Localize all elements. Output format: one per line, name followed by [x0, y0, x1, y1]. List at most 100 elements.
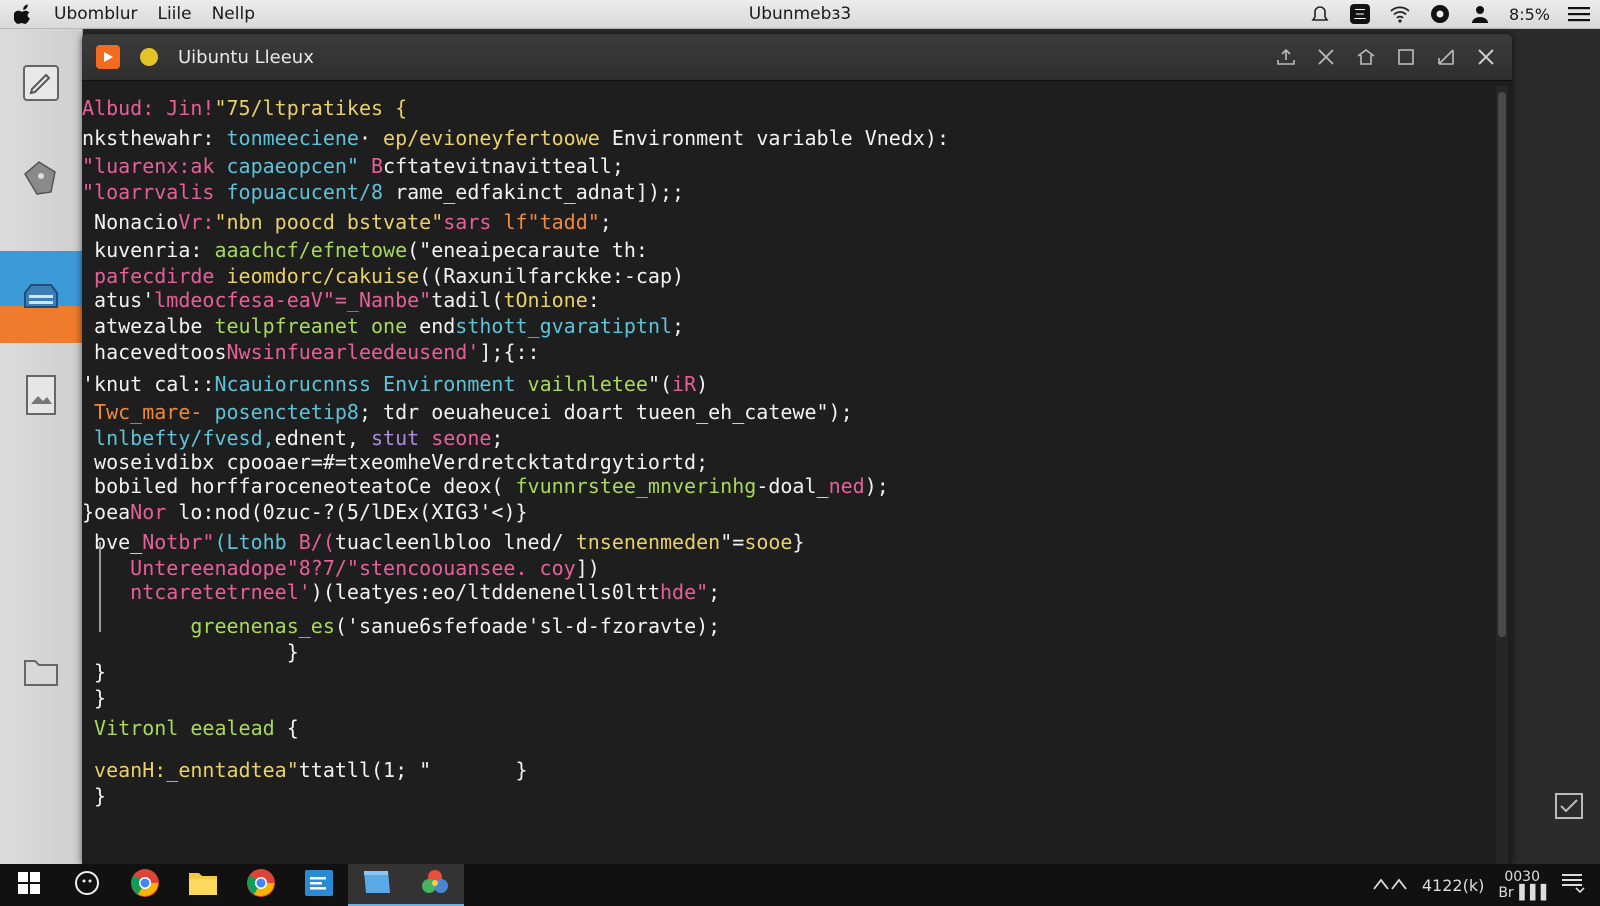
terminal-token: ep/evioneyfertoowe [383, 126, 600, 150]
terminal-token: "= [720, 530, 745, 554]
home-icon[interactable] [1354, 45, 1378, 69]
terminal-token: sooe [744, 530, 793, 554]
taskbar-chrome-1[interactable] [116, 864, 174, 906]
close-icon[interactable] [1474, 45, 1498, 69]
windows-start-icon [17, 871, 41, 899]
terminal-token: Twc_mare- [82, 400, 215, 424]
window-controls [1274, 34, 1498, 80]
terminal-line: pafecdirde ieomdorc/cakuise((Raxunilfarc… [82, 264, 684, 288]
terminal-token: ; [672, 314, 685, 338]
chevron-up-icon[interactable] [1372, 876, 1408, 895]
terminal-token: ); [864, 474, 889, 498]
terminal-token: lnlbefty/fvesd, [82, 426, 275, 450]
terminal-line: ntcaretetrneel')(leatyes:eo/ltddenenells… [82, 580, 720, 604]
menu-item-2[interactable]: Liile [157, 4, 191, 24]
status-dot-icon [140, 48, 158, 66]
clock-time: 0030 [1504, 869, 1540, 885]
terminal-token: "loarrvalis [82, 180, 227, 204]
apple-menu-icon[interactable] [12, 3, 34, 25]
dock-folder-item[interactable] [0, 627, 82, 719]
tray-network-text[interactable]: 4122(k) [1422, 876, 1484, 895]
taskbar-file-explorer[interactable] [174, 864, 232, 906]
terminal-token: ednent, [274, 426, 371, 450]
terminal-token: B/( [298, 530, 335, 554]
terminal-token: }oea [82, 500, 131, 524]
settings-icon[interactable] [1429, 3, 1451, 25]
terminal-token: ]) [575, 556, 600, 580]
terminal-token: tnsenenmeden [575, 530, 721, 554]
terminal-line: kuvenria: aaachcf/efnetowe("eneaipecarau… [82, 238, 648, 262]
notification-icon[interactable] [1309, 3, 1331, 25]
terminal-token: iR [672, 372, 697, 396]
terminal-token: Environment [383, 372, 528, 396]
menu-item-1[interactable]: Ubomblur [54, 4, 137, 24]
tools-icon[interactable] [1314, 45, 1338, 69]
resize-icon[interactable] [1434, 45, 1458, 69]
terminal-token: ttatll(1; " } [298, 758, 528, 782]
chrome-icon [246, 868, 276, 902]
terminal-token: ; tdr oeuaheucei doart tueen_eh_catewe")… [358, 400, 853, 424]
wifi-icon[interactable] [1389, 3, 1411, 25]
taskbar-photos[interactable] [406, 864, 464, 906]
dock-document-item[interactable] [0, 351, 82, 443]
terminal-line: Albud: Jin!"75/ltpratikes { [82, 96, 407, 120]
terminal-line: bve_Notbr"(Ltohb B/(tuacleenlbloo lned/ … [82, 530, 805, 554]
share-icon[interactable] [1274, 45, 1298, 69]
menubar-status-area: 三 8:5% [1309, 0, 1590, 28]
taskbar-search-button[interactable] [58, 864, 116, 906]
terminal-token: ; [708, 580, 721, 604]
terminal-app-icon [96, 45, 120, 69]
terminal-token: Nonacio [82, 210, 179, 234]
terminal-line: hacevedtoosNwsinfuearleedeusend'];{:: [82, 340, 540, 364]
terminal-line: "luarenx:ak capaeopcen" Bcftatevitnavitt… [82, 154, 624, 178]
terminal-token: end [419, 314, 456, 338]
terminal-token: eo/ltddenenel [431, 580, 588, 604]
taskbar-clock[interactable]: 0030 Br▐▐▐ [1498, 869, 1546, 901]
terminal-token: woseivdibx cpooaer=#=txeomheVerdretcktat… [82, 450, 697, 474]
terminal-token: sars [443, 210, 504, 234]
terminal-token: sthott_gvaratiptnl [455, 314, 673, 338]
code-block-guide [99, 542, 101, 632]
hamburger-menu-icon[interactable] [1568, 3, 1590, 25]
start-button[interactable] [0, 864, 58, 906]
terminal-line: } [82, 660, 106, 684]
taskbar-terminal[interactable] [290, 864, 348, 906]
terminal-token: nksthewahr: [82, 126, 227, 150]
terminal-line: } [82, 784, 106, 808]
terminal-token: 'knut cal:: [82, 372, 215, 396]
taskbar-files[interactable] [348, 864, 406, 906]
maximize-icon[interactable] [1394, 45, 1418, 69]
terminal-token: · [358, 126, 384, 150]
terminal-token: capaeopcen" [226, 154, 371, 178]
terminal-token: } [82, 640, 299, 664]
terminal-token: Jin! [166, 96, 215, 120]
dock-toolbox-item[interactable] [0, 251, 82, 343]
folder-icon [21, 653, 61, 693]
app-status-icon[interactable]: 三 [1349, 3, 1371, 25]
terminal-scrollbar[interactable] [1496, 86, 1508, 864]
terminal-token: Vr: [178, 210, 215, 234]
notifications-center-icon[interactable] [1560, 872, 1586, 898]
terminal-token: pafecdirde [82, 264, 227, 288]
terminal-token: Nor [130, 500, 179, 524]
terminal-token: "75/ltpratikes { [214, 96, 408, 120]
terminal-line: 'knut cal::Ncauiorucnnss Environment vai… [82, 372, 708, 396]
terminal-token: { [286, 716, 299, 740]
photos-icon [420, 867, 450, 901]
user-icon[interactable] [1469, 3, 1491, 25]
terminal-token: "nbn poocd bstvate" [214, 210, 444, 234]
window-titlebar[interactable]: Uibuntu Lleeux [82, 34, 1512, 81]
corner-action-button[interactable] [1552, 791, 1586, 825]
dock-edit-item[interactable] [0, 39, 82, 131]
terminal-token: lf"tadd" [503, 210, 600, 234]
terminal-token: ; [696, 450, 709, 474]
terminal-token: stut [370, 426, 432, 450]
terminal-token: atus' [82, 288, 155, 312]
scrollbar-thumb[interactable] [1498, 92, 1506, 637]
menu-item-3[interactable]: Nellp [212, 4, 255, 24]
terminal-output[interactable]: Albud: Jin!"75/ltpratikes { nksthewahr: t… [82, 81, 1492, 864]
terminal-line: atus'lmdeocfesa-eaV"=_Nanbe"tadil(tOnion… [82, 288, 600, 312]
dock-tag-item[interactable] [0, 134, 82, 226]
terminal-line: nksthewahr: tonmeeciene· ep/evioneyferto… [82, 126, 949, 150]
taskbar-chrome-2[interactable] [232, 864, 290, 906]
